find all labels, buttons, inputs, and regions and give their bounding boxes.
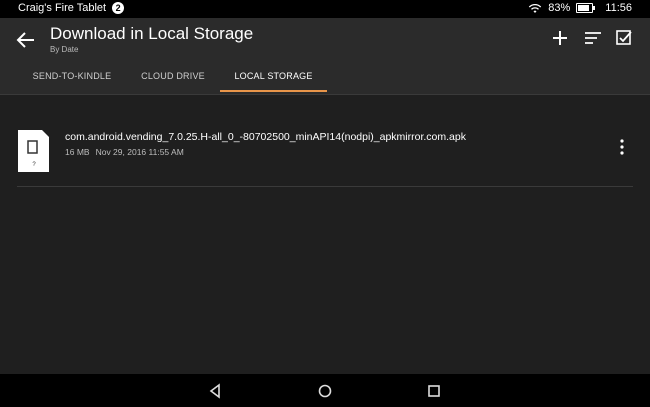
page-title: Download in Local Storage <box>50 24 254 43</box>
more-options-icon[interactable] <box>617 138 627 156</box>
page-subtitle[interactable]: By Date <box>50 45 78 54</box>
status-bar: Craig's Fire Tablet 2 83% 11:56 <box>0 0 650 18</box>
tab-label: LOCAL STORAGE <box>234 71 313 81</box>
recents-icon[interactable] <box>425 382 443 400</box>
tab-cloud-drive[interactable]: CLOUD DRIVE <box>130 62 216 94</box>
battery-fill <box>578 5 590 11</box>
list-item[interactable]: ? com.android.vending_7.0.25.H-all_0_-80… <box>17 128 633 187</box>
file-size: 16 MB <box>65 147 90 157</box>
wifi-icon <box>529 3 542 13</box>
back-arrow-icon[interactable] <box>14 28 38 52</box>
tab-local-storage[interactable]: LOCAL STORAGE <box>220 62 327 94</box>
add-icon[interactable] <box>550 28 570 48</box>
device-name: Craig's Fire Tablet <box>18 2 107 14</box>
unknown-file-icon: ? <box>18 130 49 172</box>
select-checkbox-icon[interactable] <box>614 28 634 48</box>
navigation-bar <box>0 374 650 407</box>
battery-percent: 83% <box>548 2 571 14</box>
file-name: com.android.vending_7.0.25.H-all_0_-8070… <box>65 131 466 143</box>
home-icon[interactable] <box>316 382 334 400</box>
status-right: 83% 11:56 <box>528 2 632 14</box>
clock: 11:56 <box>605 2 632 14</box>
battery-icon <box>576 3 596 13</box>
tab-label: CLOUD DRIVE <box>141 71 205 81</box>
tab-bar: SEND-TO-KINDLE CLOUD DRIVE LOCAL STORAGE <box>0 62 650 94</box>
sort-icon[interactable] <box>583 28 603 48</box>
active-tab-indicator <box>220 90 327 92</box>
app-header: Download in Local Storage By Date SEND-T… <box>0 18 650 95</box>
notification-badge[interactable]: 2 <box>112 2 125 14</box>
back-icon[interactable] <box>206 382 224 400</box>
tab-send-to-kindle[interactable]: SEND-TO-KINDLE <box>20 62 124 94</box>
file-meta: 16 MB Nov 29, 2016 11:55 AM <box>65 147 184 157</box>
file-date: Nov 29, 2016 11:55 AM <box>95 147 184 157</box>
status-left: Craig's Fire Tablet 2 <box>18 2 125 14</box>
tab-label: SEND-TO-KINDLE <box>32 71 112 81</box>
